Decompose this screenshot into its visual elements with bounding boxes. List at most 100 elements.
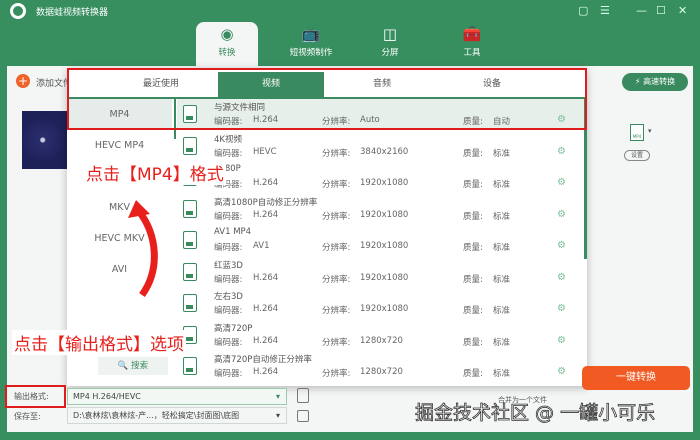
folder-icon[interactable] [297,410,309,422]
video-file-icon [183,357,197,375]
annotation-mp4: 点击【MP4】格式 [84,160,226,185]
preset-row[interactable]: 高清1080P自动修正分辨率 编码器: H.264 分辨率: 1920x1080… [177,194,584,225]
feedback-icon[interactable]: ▢ [578,4,588,17]
quality-label: 质量: [463,148,483,159]
nav-tools[interactable]: 🧰 工具 [441,22,503,66]
resolution-value: 1920x1080 [360,272,409,283]
save-path-value: D:\袁林炫\袁林炫-产...，轻松搞定\封面图\底图 [73,411,240,420]
quality-label: 质量: [463,274,483,285]
close-icon[interactable]: ✕ [678,4,687,17]
output-format-value: MP4 H.264/HEVC [73,392,141,401]
settings-button[interactable]: 设置 [624,150,650,161]
annotation-output: 点击【输出格式】选项 [12,330,186,355]
resolution-value: 1920x1080 [360,304,409,314]
menu-icon[interactable]: ☰ [600,4,610,17]
codec-value: H.264 [253,367,279,377]
app-title: 数据蛙视频转换器 [36,8,109,18]
gear-icon[interactable]: ⚙ [557,366,566,377]
gear-icon[interactable]: ⚙ [557,240,566,251]
format-badge: MP4 [632,134,642,139]
chevron-down-icon[interactable]: ▾ [648,127,652,135]
quality-label: 质量: [463,180,483,190]
video-file-icon [183,262,197,281]
preset-name: 左右3D [214,292,243,302]
resolution-label: 分辨率: [322,369,351,379]
resolution-label: 分辨率: [322,211,351,222]
convert-icon: ◉ [220,25,234,43]
quality-label: 质量: [463,306,483,316]
preset-name: 4K视频 [214,134,242,145]
format-item[interactable]: HEVC MP4 [67,130,172,161]
preset-row[interactable]: AV1 MP4 编码器: AV1 分辨率: 1920x1080 质量: 标准 ⚙ [177,225,584,256]
codec-label: 编码器: [214,274,243,285]
video-file-icon [183,136,197,155]
gear-icon[interactable]: ⚙ [557,303,566,314]
quality-label: 质量: [463,211,483,222]
quality-value: 标准 [493,274,511,285]
preset-row[interactable]: 左右3D 编码器: H.264 分辨率: 1920x1080 质量: 标准 ⚙ [177,288,584,319]
resolution-value: 1920x1080 [360,209,409,220]
quality-value: 标准 [493,243,511,253]
gear-icon[interactable]: ⚙ [557,177,566,188]
video-file-icon [183,231,197,249]
gear-icon[interactable]: ⚙ [557,335,566,346]
preset-row[interactable]: 4K视频 编码器: HEVC 分辨率: 3840x2160 质量: 标准 ⚙ [177,131,584,162]
resolution-value: 1920x1080 [360,241,409,251]
gear-icon[interactable]: ⚙ [557,209,566,220]
output-format-select[interactable]: MP4 H.264/HEVC ▾ [67,388,287,405]
resolution-label: 分辨率: [322,180,351,190]
nav-label: 转换 [218,48,236,58]
split-screen-icon: ◫ [382,25,398,43]
add-file-icon[interactable]: + [16,74,30,88]
quality-value: 标准 [493,148,511,159]
resolution-value: 1280x720 [360,367,403,377]
search-button[interactable]: 🔍 搜索 [98,357,168,375]
preset-name: 高清1080P自动修正分辨率 [214,197,318,208]
codec-value: AV1 [253,241,270,251]
quality-value: 标准 [493,211,511,222]
quality-value: 标准 [493,369,511,379]
nav-split-screen[interactable]: ◫ 分屏 [359,22,421,66]
quality-label: 质量: [463,369,483,379]
resolution-value: 1920x1080 [360,178,409,188]
save-path-select[interactable]: D:\袁林炫\袁林炫-产...，轻松搞定\封面图\底图 ▾ [67,407,287,424]
preset-row[interactable]: 高清720P自动修正分辨率 编码器: H.264 分辨率: 1280x720 质… [177,351,584,382]
watermark: 掘金技术社区 @ 一罐小可乐 [415,402,656,425]
app-logo [10,3,26,19]
codec-value: H.264 [253,178,279,188]
video-file-icon [183,199,197,218]
preset-name: 红蓝3D [214,260,243,271]
convert-all-button[interactable]: 一键转换 [582,366,690,390]
fast-convert-button[interactable]: ⚡ 高速转换 [622,73,688,91]
resolution-value: 3840x2160 [360,146,409,157]
nav-short-video[interactable]: 📺 短视频制作 [276,22,346,66]
codec-label: 编码器: [214,148,243,159]
gear-icon[interactable]: ⚙ [557,272,566,283]
video-file-icon [183,294,197,312]
highlight-box-tabs [67,68,587,130]
codec-label: 编码器: [214,211,243,222]
codec-label: 编码器: [214,243,243,253]
preset-row[interactable]: 红蓝3D 编码器: H.264 分辨率: 1920x1080 质量: 标准 ⚙ [177,257,584,288]
nav-convert[interactable]: ◉ 转换 [196,22,258,66]
codec-value: H.264 [253,209,279,220]
fast-convert-label: 高速转换 [643,77,676,86]
minimize-icon[interactable]: — [636,4,647,17]
nav-label: 分屏 [381,48,399,58]
preset-row[interactable]: 高清720P 编码器: H.264 分辨率: 1280x720 质量: 标准 ⚙ [177,320,584,351]
nav-label: 短视频制作 [289,48,333,58]
gear-icon[interactable]: ⚙ [557,146,566,157]
format-file-icon[interactable]: MP4 [630,124,644,141]
highlight-box-output [5,385,66,408]
codec-value: H.264 [253,272,279,283]
tv-icon: 📺 [301,25,321,43]
quality-label: 质量: [463,337,483,348]
codec-value: HEVC [253,146,277,157]
maximize-icon[interactable]: ☐ [656,4,666,17]
preset-name: 高清720P [214,323,253,334]
preset-row[interactable]: 1080P 编码器: H.264 分辨率: 1920x1080 质量: 标准 ⚙ [177,162,584,193]
format-settings-icon[interactable] [297,388,309,403]
quality-value: 标准 [493,337,511,348]
resolution-label: 分辨率: [322,337,351,348]
codec-label: 编码器: [214,369,243,379]
